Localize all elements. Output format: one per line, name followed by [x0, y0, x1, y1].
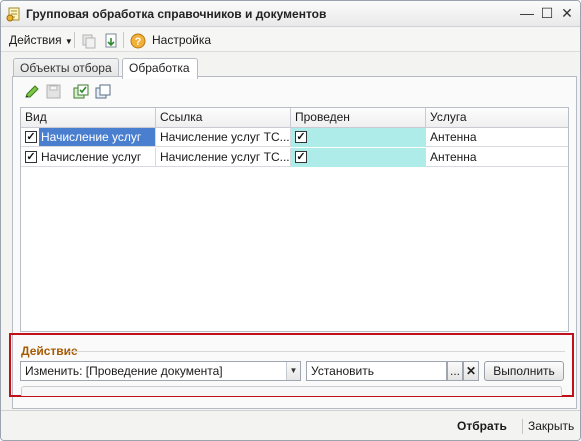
clear-button[interactable]: ✕	[463, 361, 479, 381]
deselect-all-icon[interactable]	[95, 84, 113, 100]
action-mode-value: Изменить: [Проведение документа]	[25, 364, 223, 378]
tab-label: Обработка	[129, 61, 190, 75]
app-window: Групповая обработка справочников и докум…	[0, 0, 581, 441]
help-icon[interactable]: ?	[130, 32, 146, 50]
maximize-icon[interactable]: ☐	[538, 4, 556, 22]
chevron-down-icon[interactable]: ▼	[286, 362, 300, 380]
row-checkbox[interactable]: ✓	[25, 151, 37, 163]
actions-menu-label: Действия	[9, 33, 62, 47]
actions-menu[interactable]: Действия ▼	[9, 32, 73, 50]
objects-table: Вид Ссылка Проведен Услуга ✓ Начисление …	[20, 107, 569, 332]
vid-value: Начисление услуг	[41, 150, 142, 164]
close-icon[interactable]: ✕	[558, 4, 576, 22]
edit-pencil-icon[interactable]	[23, 84, 41, 100]
tab-label: Объекты отбора	[20, 61, 112, 75]
column-header-proveden[interactable]: Проведен	[291, 108, 426, 128]
save-disabled-icon[interactable]	[45, 84, 63, 100]
caret-down-icon: ▼	[64, 37, 73, 46]
action-value-field[interactable]: Установить	[306, 361, 447, 381]
table-header: Вид Ссылка Проведен Услуга	[21, 108, 568, 128]
minimize-icon[interactable]: —	[518, 4, 536, 22]
run-button[interactable]: Выполнить	[484, 361, 564, 381]
ellipsis-button[interactable]: ...	[447, 361, 463, 381]
proveden-cell[interactable]: ✓	[291, 128, 426, 147]
window-title: Групповая обработка справочников и докум…	[26, 7, 327, 21]
usluga-cell[interactable]: Антенна	[426, 128, 568, 147]
footer-bar: Отбрать Закрыть	[1, 410, 580, 440]
title-bar: Групповая обработка справочников и докум…	[1, 1, 580, 27]
table-row[interactable]: ✓ Начисление услуг Начисление услуг ТС..…	[21, 148, 568, 167]
action-section: Действие Изменить: [Проведение документа…	[9, 333, 574, 397]
proveden-checkbox[interactable]: ✓	[295, 131, 307, 143]
tab-processing[interactable]: Обработка	[122, 58, 198, 79]
vid-cell[interactable]: ✓ Начисление услуг	[21, 148, 156, 167]
select-button[interactable]: Отбрать	[457, 419, 507, 433]
vid-cell[interactable]: ✓ Начисление услуг	[21, 128, 156, 147]
close-button[interactable]: Закрыть	[528, 419, 574, 433]
copy-disabled-icon[interactable]	[81, 32, 97, 50]
row-checkbox[interactable]: ✓	[25, 131, 37, 143]
proveden-cell[interactable]: ✓	[291, 148, 426, 167]
ssylka-cell[interactable]: Начисление услуг ТС...	[156, 148, 291, 167]
toolbar: Действия ▼ ? Настройка	[1, 28, 580, 52]
action-mode-select[interactable]: Изменить: [Проведение документа] ▼	[20, 361, 301, 381]
bottom-inset-panel	[21, 386, 562, 396]
toolbar-separator	[74, 32, 75, 48]
footer-separator	[522, 419, 523, 434]
section-divider	[69, 351, 565, 352]
column-header-vid[interactable]: Вид	[21, 108, 156, 128]
svg-text:?: ?	[135, 36, 142, 48]
table-row[interactable]: ✓ Начисление услуг Начисление услуг ТС..…	[21, 128, 568, 147]
document-arrow-icon[interactable]	[103, 32, 119, 50]
column-header-usluga[interactable]: Услуга	[426, 108, 568, 128]
tab-selection-objects[interactable]: Объекты отбора	[13, 58, 119, 78]
app-icon	[6, 7, 20, 22]
ssylka-cell[interactable]: Начисление услуг ТС...	[156, 128, 291, 147]
toolbar-separator	[123, 32, 124, 48]
proveden-checkbox[interactable]: ✓	[295, 151, 307, 163]
column-header-ssylka[interactable]: Ссылка	[156, 108, 291, 128]
usluga-cell[interactable]: Антенна	[426, 148, 568, 167]
action-value-text: Установить	[311, 364, 374, 378]
settings-button[interactable]: Настройка	[152, 32, 211, 50]
select-all-icon[interactable]	[73, 84, 91, 100]
vid-value: Начисление услуг	[39, 128, 155, 146]
